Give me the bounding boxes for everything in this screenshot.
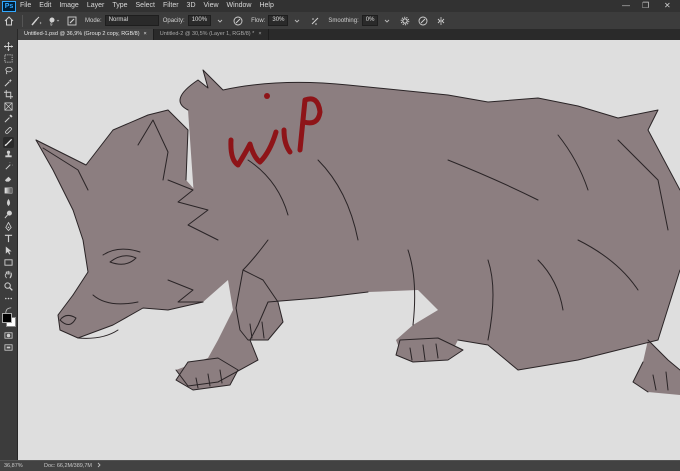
- menu-file[interactable]: File: [20, 0, 31, 12]
- mode-select[interactable]: Normal: [104, 15, 159, 26]
- eraser-icon[interactable]: [3, 173, 14, 184]
- menu-filter[interactable]: Filter: [163, 0, 179, 12]
- marquee-icon[interactable]: [3, 53, 14, 64]
- magic-wand-icon[interactable]: [3, 77, 14, 88]
- quick-mask-icon[interactable]: [3, 330, 14, 341]
- chevron-down-icon[interactable]: [290, 14, 304, 28]
- document-tabs: Untitled-1.psd @ 36,9% (Group 2 copy, RG…: [18, 29, 680, 40]
- symmetry-icon[interactable]: [434, 14, 448, 28]
- opacity-label: Opacity:: [162, 17, 185, 24]
- lasso-icon[interactable]: [3, 65, 14, 76]
- brush-preset-icon[interactable]: [29, 14, 43, 28]
- rectangle-icon[interactable]: [3, 257, 14, 268]
- airbrush-icon[interactable]: [308, 14, 322, 28]
- zoom-icon[interactable]: [3, 281, 14, 292]
- canvas[interactable]: wip: [18, 40, 680, 460]
- brush-icon[interactable]: [3, 137, 14, 148]
- document-size: Doc: 66,2M/389,7M: [44, 463, 92, 469]
- move-icon[interactable]: [3, 41, 14, 52]
- path-select-icon[interactable]: [3, 245, 14, 256]
- separator: [22, 14, 23, 27]
- mode-label: Mode:: [85, 17, 102, 24]
- pressure-size-icon[interactable]: [416, 14, 430, 28]
- close-tab-icon[interactable]: ×: [144, 31, 147, 37]
- chevron-right-icon[interactable]: [96, 462, 102, 470]
- gradient-icon[interactable]: [3, 185, 14, 196]
- minimize-button[interactable]: —: [622, 0, 630, 12]
- opacity-field[interactable]: 100%: [187, 15, 212, 26]
- crop-icon[interactable]: [3, 89, 14, 100]
- flow-field[interactable]: 30%: [268, 15, 289, 26]
- menu-view[interactable]: View: [204, 0, 219, 12]
- tab-untitled-1[interactable]: Untitled-1.psd @ 36,9% (Group 2 copy, RG…: [18, 29, 154, 40]
- brush-size-icon[interactable]: 9: [47, 14, 61, 28]
- chevron-down-icon[interactable]: [213, 14, 227, 28]
- menu-help[interactable]: Help: [259, 0, 273, 12]
- history-brush-icon[interactable]: [3, 161, 14, 172]
- close-window-button[interactable]: ✕: [664, 0, 671, 12]
- options-bar: 9 Mode: Normal Opacity: 100% Flow: 30% S…: [0, 12, 680, 30]
- smoothing-field[interactable]: 0%: [361, 15, 379, 26]
- more-icon[interactable]: [3, 293, 14, 304]
- gear-icon[interactable]: [398, 14, 412, 28]
- tools-panel: [0, 29, 18, 460]
- brush-settings-icon[interactable]: [65, 14, 79, 28]
- hand-icon[interactable]: [3, 269, 14, 280]
- type-icon[interactable]: [3, 233, 14, 244]
- zoom-level[interactable]: 36,87%: [4, 463, 44, 469]
- wolf-artwork: [35, 69, 680, 395]
- clone-stamp-icon[interactable]: [3, 149, 14, 160]
- pressure-opacity-icon[interactable]: [231, 14, 245, 28]
- tab-untitled-2[interactable]: Untitled-2 @ 30,5% (Layer 1, RGB/8) * ×: [154, 29, 269, 40]
- smoothing-label: Smoothing:: [328, 17, 359, 24]
- status-bar: 36,87% Doc: 66,2M/389,7M: [0, 461, 680, 471]
- foreground-color-swatch[interactable]: [2, 313, 12, 323]
- menu-image[interactable]: Image: [59, 0, 78, 12]
- menu-bar: Ps File Edit Image Layer Type Select Fil…: [0, 0, 680, 12]
- close-tab-icon[interactable]: ×: [258, 31, 261, 37]
- restore-button[interactable]: ❐: [642, 0, 649, 12]
- chevron-down-icon[interactable]: [380, 14, 394, 28]
- flow-label: Flow:: [251, 17, 266, 24]
- menu-window[interactable]: Window: [227, 0, 252, 12]
- blur-icon[interactable]: [3, 197, 14, 208]
- photoshop-logo: Ps: [2, 0, 16, 12]
- dodge-icon[interactable]: [3, 209, 14, 220]
- screen-mode-icon[interactable]: [3, 342, 14, 353]
- tab-label: Untitled-1.psd @ 36,9% (Group 2 copy, RG…: [24, 31, 140, 37]
- frame-icon[interactable]: [3, 101, 14, 112]
- home-icon[interactable]: [2, 14, 16, 28]
- healing-icon[interactable]: [3, 125, 14, 136]
- menu-select[interactable]: Select: [136, 0, 155, 12]
- menu-layer[interactable]: Layer: [87, 0, 105, 12]
- menu-type[interactable]: Type: [112, 0, 127, 12]
- menu-3d[interactable]: 3D: [187, 0, 196, 12]
- eyedropper-icon[interactable]: [3, 113, 14, 124]
- menu-edit[interactable]: Edit: [39, 0, 51, 12]
- tab-label: Untitled-2 @ 30,5% (Layer 1, RGB/8) *: [159, 31, 255, 37]
- pen-icon[interactable]: [3, 221, 14, 232]
- svg-text:9: 9: [50, 22, 53, 26]
